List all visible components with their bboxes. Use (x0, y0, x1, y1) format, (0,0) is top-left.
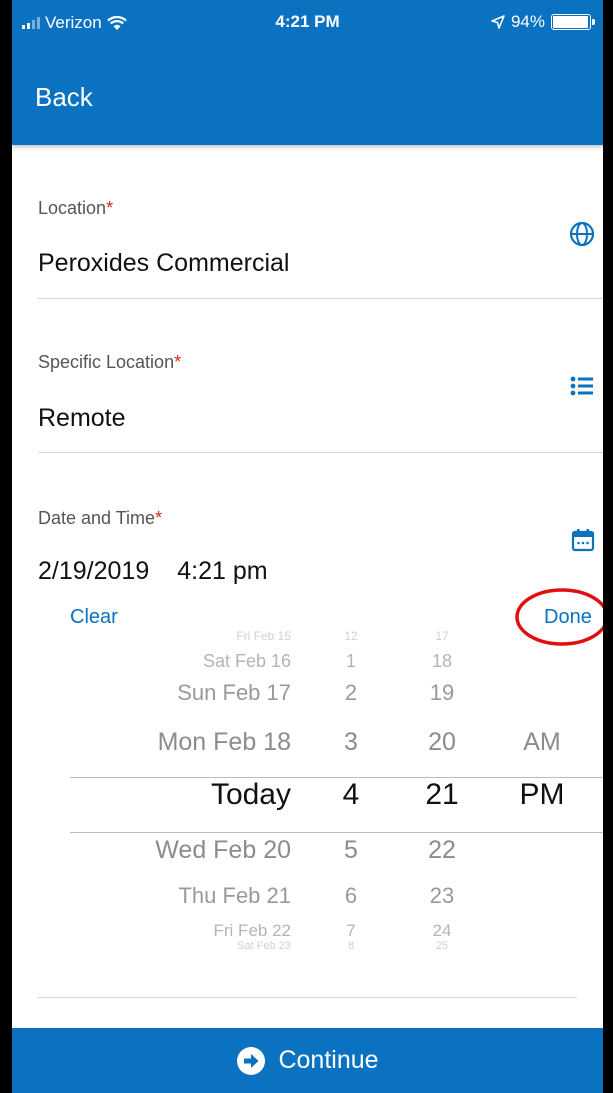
battery-percent: 94% (510, 12, 545, 31)
picker-option[interactable]: Fri Feb 22 (214, 921, 291, 941)
time-value: 4:21 pm (177, 557, 268, 585)
back-button[interactable]: Back (35, 82, 93, 113)
picker-option[interactable]: Today (211, 778, 291, 812)
picker-option[interactable]: 19 (430, 680, 454, 706)
status-bar: Verizon 4:21 PM 94% (12, 0, 603, 42)
picker-option[interactable]: AM (523, 728, 561, 757)
status-right: 94% (491, 12, 595, 32)
picker-option[interactable]: Sun Feb 17 (177, 680, 291, 706)
picker-option[interactable]: 3 (344, 728, 358, 757)
continue-button[interactable]: Continue (12, 1028, 603, 1093)
picker-option[interactable]: Mon Feb 18 (158, 728, 291, 757)
continue-label: Continue (278, 1046, 379, 1074)
specific-location-value[interactable]: Remote (38, 404, 126, 433)
date-value: 2/19/2019 (38, 557, 150, 585)
picker-option[interactable]: 1 (346, 651, 356, 672)
picker-option[interactable]: 2 (345, 680, 357, 706)
picker-option[interactable]: 4 (343, 778, 360, 812)
calendar-icon[interactable] (569, 526, 597, 554)
specific-location-label: Specific Location* (38, 352, 182, 372)
picker-option[interactable]: Thu Feb 21 (178, 883, 291, 909)
picker-option[interactable]: Fri Feb 15 (236, 629, 291, 643)
location-value[interactable]: Peroxides Commercial (38, 249, 289, 278)
picker-option[interactable]: 18 (432, 651, 452, 672)
picker-option[interactable]: 5 (344, 836, 358, 865)
location-divider (38, 298, 603, 299)
picker-option[interactable]: 22 (428, 836, 456, 865)
picker-option[interactable]: 12 (344, 629, 357, 643)
battery-icon (551, 14, 595, 30)
picker-option[interactable]: 21 (425, 778, 458, 812)
picker-option[interactable]: PM (520, 778, 565, 812)
picker-option[interactable]: 20 (428, 728, 456, 757)
picker-option[interactable]: 25 (436, 940, 448, 952)
date-time-picker[interactable]: Fri Feb 15 Sat Feb 16 Sun Feb 17 Mon Feb 18… (12, 629, 603, 952)
picker-option[interactable]: Sat Feb 23 (237, 940, 291, 952)
picker-option[interactable]: 17 (435, 629, 448, 643)
picker-selection-bottom (70, 832, 603, 833)
list-icon[interactable] (568, 372, 596, 400)
specific-location-divider (38, 452, 603, 453)
location-arrow-icon (491, 15, 505, 29)
date-time-divider (38, 997, 577, 998)
picker-selection-top (70, 777, 603, 778)
globe-icon[interactable] (568, 220, 596, 248)
picker-option[interactable]: Sat Feb 16 (203, 651, 291, 672)
picker-option[interactable]: 7 (346, 921, 355, 941)
location-label: Location* (38, 198, 114, 218)
app-screen: Verizon 4:21 PM 94% Back Location* Perox… (12, 0, 603, 1093)
date-time-label: Date and Time* (38, 508, 163, 528)
arrow-right-circle-icon (237, 1046, 266, 1075)
clear-button[interactable]: Clear (70, 606, 118, 629)
picker-option[interactable]: 6 (345, 883, 357, 909)
picker-option[interactable]: 23 (430, 883, 454, 909)
top-bar: Verizon 4:21 PM 94% Back (12, 0, 603, 145)
picker-option[interactable]: 24 (433, 921, 452, 941)
picker-option[interactable]: Wed Feb 20 (155, 836, 291, 865)
date-time-value[interactable]: 2/19/2019 4:21 pm (38, 557, 268, 586)
picker-option[interactable]: 8 (348, 940, 354, 952)
